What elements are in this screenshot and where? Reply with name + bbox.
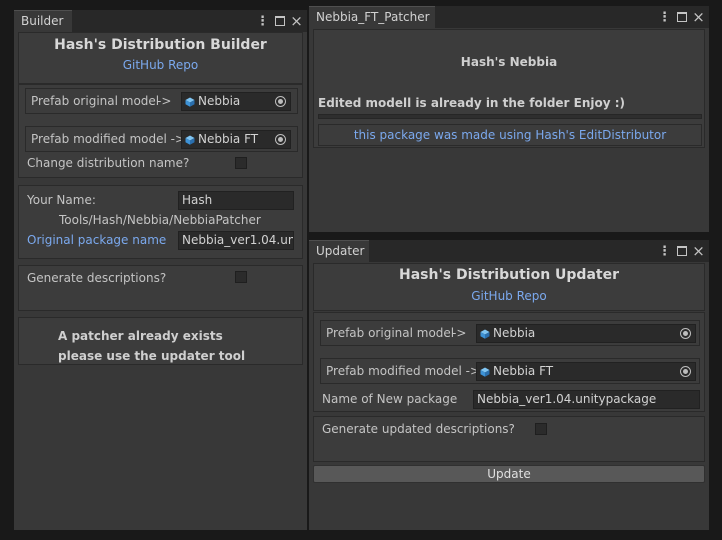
modified-model-field[interactable]: Nebbia FT (181, 130, 291, 149)
object-picker-icon[interactable] (680, 366, 691, 377)
original-model-field[interactable]: Nebbia (181, 92, 291, 111)
prefab-cube-icon (185, 135, 195, 145)
original-model-label: Prefab original model (31, 94, 160, 108)
maximize-icon[interactable] (675, 10, 688, 24)
new-package-input[interactable]: Nebbia_ver1.04.unitypackage (473, 390, 700, 409)
warning-line-2: please use the updater tool (58, 349, 246, 363)
builder-name-box: Your Name: Hash Tools/Hash/Nebbia/Nebbia… (18, 185, 303, 259)
builder-generate-box: Generate descriptions? (18, 265, 303, 311)
new-package-label: Name of New package (322, 392, 458, 406)
builder-title: Hash's Distribution Builder (54, 37, 267, 53)
patcher-made-with-link[interactable]: this package was made using Hash's EditD… (319, 128, 701, 142)
patcher-panel: Nebbia_FT_Patcher ⋮ × Hash's Nebbia Edit… (309, 6, 709, 232)
patcher-title: Hash's Nebbia (460, 55, 558, 69)
prefab-cube-icon (185, 97, 195, 107)
generate-desc-label: Generate descriptions? (27, 271, 167, 285)
updater-original-arrow: -> (452, 326, 467, 340)
close-icon[interactable]: × (692, 244, 705, 259)
updater-original-row: Prefab original model -> Nebbia (320, 320, 700, 346)
builder-github-link[interactable]: GitHub Repo (19, 58, 302, 72)
your-name-input[interactable]: Hash (178, 191, 294, 210)
builder-window-controls: ⋮ × (256, 13, 303, 29)
kebab-menu-icon[interactable]: ⋮ (658, 244, 671, 259)
patcher-box: Hash's Nebbia Edited modell is already i… (313, 29, 705, 148)
updater-header-box: Hash's Distribution Updater GitHub Repo (313, 263, 705, 311)
builder-warning-box: A patcher already exists please use the … (18, 317, 303, 365)
updater-models-box: Prefab original model -> Nebbia Prefab m… (313, 312, 705, 412)
patcher-content: Hash's Nebbia Edited modell is already i… (309, 28, 709, 232)
updater-tab[interactable]: Updater (309, 240, 369, 262)
updater-title: Hash's Distribution Updater (399, 267, 619, 283)
patcher-window-controls: ⋮ × (658, 9, 705, 25)
updater-github-link[interactable]: GitHub Repo (314, 289, 704, 303)
original-package-input[interactable]: Nebbia_ver1.04.unity (178, 231, 294, 250)
updater-original-value: Nebbia (493, 326, 536, 340)
modified-model-label: Prefab modified model -> (31, 132, 186, 146)
generate-updated-label: Generate updated descriptions? (322, 422, 515, 436)
updater-window-controls: ⋮ × (658, 243, 705, 259)
generate-desc-checkbox[interactable] (235, 271, 247, 283)
updater-panel: Updater ⋮ × Hash's Distribution Updater … (309, 240, 709, 530)
updater-modified-field[interactable]: Nebbia FT (476, 362, 696, 381)
object-picker-icon[interactable] (275, 96, 286, 107)
updater-modified-label: Prefab modified model -> (326, 364, 481, 378)
builder-content: Hash's Distribution Builder GitHub Repo … (14, 32, 307, 530)
patcher-status: Edited modell is already in the folder E… (318, 96, 626, 110)
change-name-checkbox[interactable] (235, 157, 247, 169)
patcher-path-text: Tools/Hash/Nebbia/NebbiaPatcher (59, 213, 261, 227)
your-name-label: Your Name: (27, 193, 96, 207)
builder-models-box: Prefab original model -> Nebbia Prefab m… (18, 84, 303, 178)
patcher-tabbar: Nebbia_FT_Patcher ⋮ × (309, 6, 709, 28)
updater-modified-row: Prefab modified model -> Nebbia FT (320, 358, 700, 384)
maximize-icon[interactable] (273, 14, 286, 28)
updater-generate-box: Generate updated descriptions? (313, 416, 705, 462)
patcher-progress-bar (318, 114, 702, 119)
updater-original-label: Prefab original model (326, 326, 455, 340)
builder-original-row: Prefab original model -> Nebbia (25, 88, 298, 114)
patcher-tab[interactable]: Nebbia_FT_Patcher (309, 6, 435, 28)
builder-header-box: Hash's Distribution Builder GitHub Repo (18, 32, 303, 84)
updater-modified-value: Nebbia FT (493, 364, 554, 378)
original-model-value: Nebbia (198, 94, 241, 108)
original-package-link[interactable]: Original package name (27, 233, 166, 247)
builder-modified-row: Prefab modified model -> Nebbia FT (25, 126, 298, 152)
updater-content: Hash's Distribution Updater GitHub Repo … (309, 262, 709, 530)
updater-original-field[interactable]: Nebbia (476, 324, 696, 343)
modified-model-value: Nebbia FT (198, 132, 259, 146)
close-icon[interactable]: × (692, 10, 705, 25)
patcher-info-box: this package was made using Hash's EditD… (318, 124, 702, 146)
builder-tab[interactable]: Builder (14, 10, 72, 32)
updater-tabbar: Updater ⋮ × (309, 240, 709, 262)
original-model-arrow: -> (157, 94, 172, 108)
builder-tabbar: Builder ⋮ × (14, 10, 307, 32)
prefab-cube-icon (480, 367, 490, 377)
kebab-menu-icon[interactable]: ⋮ (256, 14, 269, 29)
close-icon[interactable]: × (290, 14, 303, 29)
kebab-menu-icon[interactable]: ⋮ (658, 10, 671, 25)
prefab-cube-icon (480, 329, 490, 339)
update-button[interactable]: Update (313, 465, 705, 483)
generate-updated-checkbox[interactable] (535, 423, 547, 435)
object-picker-icon[interactable] (680, 328, 691, 339)
change-name-label: Change distribution name? (27, 156, 190, 170)
builder-panel: Builder ⋮ × Hash's Distribution Builder … (14, 10, 307, 530)
object-picker-icon[interactable] (275, 134, 286, 145)
maximize-icon[interactable] (675, 244, 688, 258)
warning-line-1: A patcher already exists (58, 329, 223, 343)
